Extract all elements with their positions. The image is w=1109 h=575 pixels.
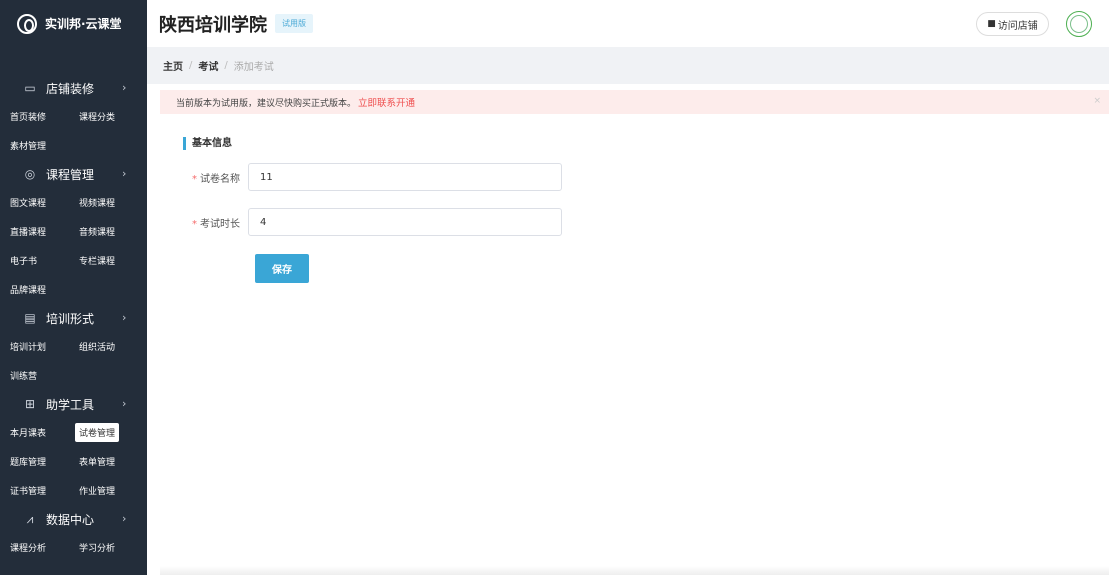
sidebar-item[interactable]: 专栏课程	[75, 251, 140, 270]
nav-group-3[interactable]: ⊞ 助学工具 ›	[0, 390, 147, 418]
sidebar-item[interactable]: 电子书	[6, 251, 71, 270]
sidebar-item[interactable]: 品牌课程	[6, 280, 71, 299]
sidebar-item[interactable]: 图文课程	[6, 193, 71, 212]
sidebar-item[interactable]: 组织活动	[75, 337, 140, 356]
sidebar-item[interactable]: 音频课程	[75, 222, 140, 241]
brand-name: 实训邦·云课堂	[45, 17, 122, 31]
sidebar-item[interactable]: 本月课表	[6, 423, 71, 442]
notice-text: 当前版本为试用版，建议尽快购买正式版本。	[176, 98, 357, 109]
exam-duration-label: * 考试时长	[192, 218, 240, 230]
chevron-right-icon: ›	[122, 81, 127, 94]
exam-duration-input[interactable]	[248, 208, 562, 236]
nav-group-2[interactable]: ▤ 培训形式 ›	[0, 304, 147, 332]
nav-row: 图文课程 视频课程	[0, 188, 147, 217]
sidebar: 实训邦·云课堂 ▭ 店铺装修 › 首页装修 课程分类 素材管理 ◎ 课程管理 › 图文课程 视频课程…	[0, 0, 147, 575]
visit-store-button[interactable]: ■ 访问店铺	[976, 12, 1049, 36]
nav-group-0[interactable]: ▭ 店铺装修 ›	[0, 74, 147, 102]
sidebar-item[interactable]: 直播课程	[6, 222, 71, 241]
nav-group-label: 课程管理	[46, 167, 95, 182]
nav-row: 训练营	[0, 361, 147, 390]
page-title: 陕西培训学院	[159, 14, 267, 36]
nav-row: 培训计划 组织活动	[0, 332, 147, 361]
sidebar-item[interactable]: 题库管理	[6, 452, 71, 471]
sidebar-nav: ▭ 店铺装修 › 首页装修 课程分类 素材管理 ◎ 课程管理 › 图文课程 视频课程 直播课程 音频课程…	[0, 74, 147, 562]
sidebar-item[interactable]: 课程分析	[6, 538, 71, 557]
top-header: 陕西培训学院 试用版 ■ 访问店铺	[147, 0, 1109, 47]
breadcrumb-separator: /	[224, 60, 228, 71]
close-icon[interactable]: ×	[1093, 96, 1101, 106]
nav-row: 证书管理 作业管理	[0, 476, 147, 505]
sidebar-item[interactable]: 证书管理	[6, 481, 71, 500]
exam-name-label: * 试卷名称	[192, 173, 240, 185]
nav-row: 品牌课程	[0, 275, 147, 304]
nav-group-label: 培训形式	[46, 311, 95, 326]
required-mark: *	[192, 173, 197, 185]
sidebar-item[interactable]: 素材管理	[6, 136, 71, 155]
nav-row: 电子书 专栏课程	[0, 246, 147, 275]
trial-badge: 试用版	[275, 14, 313, 33]
nav-group-label: 店铺装修	[46, 81, 95, 96]
visit-store-label: 访问店铺	[997, 20, 1038, 32]
nav-row: 题库管理 表单管理	[0, 447, 147, 476]
training-icon: ▤	[24, 311, 36, 325]
sidebar-item[interactable]: 课程分类	[75, 107, 140, 126]
nav-group-4[interactable]: ⩘ 数据中心 ›	[0, 505, 147, 533]
nav-group-label: 助学工具	[46, 397, 95, 412]
nav-row: 首页装修 课程分类	[0, 102, 147, 131]
sidebar-item[interactable]: 学习分析	[75, 538, 140, 557]
main-content: 基本信息 *试卷名称 *考试时长 保存	[160, 122, 1109, 575]
nav-row: 素材管理	[0, 131, 147, 160]
grid-icon: ⊞	[24, 397, 36, 411]
sidebar-item[interactable]: 试卷管理	[75, 423, 120, 442]
breadcrumb: 主页 / 考试 / 添加考试	[147, 47, 1109, 84]
breadcrumb-home[interactable]: 主页	[163, 58, 183, 73]
chevron-right-icon: ›	[122, 311, 127, 324]
save-button[interactable]: 保存	[255, 254, 309, 283]
course-icon: ◎	[24, 167, 36, 181]
breadcrumb-current: 添加考试	[233, 62, 274, 73]
store-icon: ■	[987, 19, 996, 29]
form-row-exam-duration: * 考试时长	[160, 208, 562, 236]
sidebar-item[interactable]: 训练营	[6, 366, 71, 385]
contact-link[interactable]: 立即联系开通	[358, 95, 415, 109]
sidebar-item[interactable]: 表单管理	[75, 452, 140, 471]
nav-row: 课程分析 学习分析	[0, 533, 147, 562]
breadcrumb-separator: /	[189, 60, 193, 71]
nav-group-label: 数据中心	[46, 512, 95, 527]
nav-row: 直播课程 音频课程	[0, 217, 147, 246]
required-mark: *	[192, 218, 197, 230]
section-title: 基本信息	[183, 137, 232, 150]
logo-icon	[17, 13, 37, 34]
form-row-exam-name: * 试卷名称	[160, 163, 562, 191]
sidebar-item[interactable]: 作业管理	[75, 481, 140, 500]
bottom-edge	[160, 566, 1109, 575]
chevron-right-icon: ›	[122, 167, 127, 180]
nav-group-1[interactable]: ◎ 课程管理 ›	[0, 160, 147, 188]
avatar[interactable]	[1066, 11, 1092, 37]
trial-notice: 当前版本为试用版，建议尽快购买正式版本。 立即联系开通 ×	[160, 90, 1109, 114]
store-icon: ▭	[24, 81, 36, 95]
sidebar-item[interactable]: 视频课程	[75, 193, 140, 212]
logo-bar[interactable]: 实训邦·云课堂	[0, 0, 147, 47]
sidebar-item[interactable]: 培训计划	[6, 337, 71, 356]
chevron-right-icon: ›	[122, 512, 127, 525]
breadcrumb-exam[interactable]: 考试	[198, 58, 218, 73]
exam-name-input[interactable]	[248, 163, 562, 191]
chart-icon: ⩘	[26, 511, 34, 526]
avatar-logo	[1070, 15, 1088, 33]
sidebar-item[interactable]: 首页装修	[6, 107, 71, 126]
chevron-right-icon: ›	[122, 397, 127, 410]
nav-row: 本月课表 试卷管理	[0, 418, 147, 447]
